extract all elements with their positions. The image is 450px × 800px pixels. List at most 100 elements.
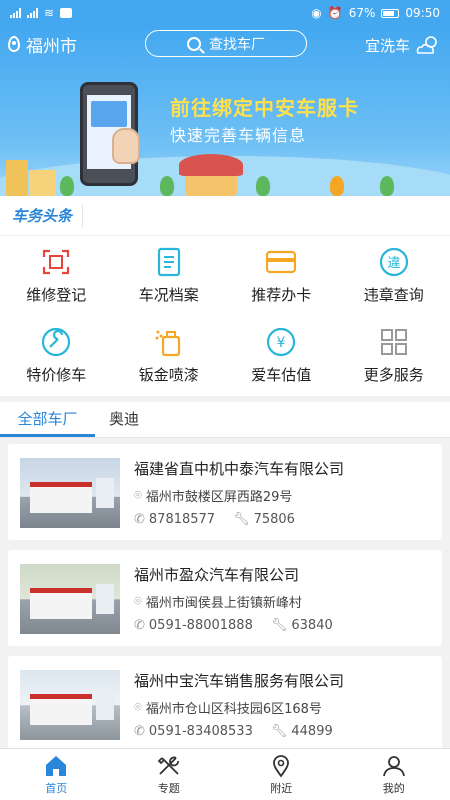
user-icon bbox=[382, 755, 405, 776]
service-label: 爱车估值 bbox=[251, 365, 312, 384]
nav-mine[interactable]: 我的 bbox=[338, 749, 450, 800]
tree-decoration bbox=[330, 176, 344, 196]
tab-all-garages[interactable]: 全部车厂 bbox=[0, 402, 95, 437]
tree-decoration bbox=[380, 176, 394, 196]
scan-register-icon bbox=[40, 248, 72, 276]
status-bar: ≋ ◉ ⏰ 67% 09:50 bbox=[0, 0, 450, 26]
location-pin-icon: ⌾ bbox=[134, 488, 142, 503]
service-label: 车况档案 bbox=[138, 285, 199, 304]
weather-sun-cloud-icon bbox=[416, 36, 437, 54]
tab-audi[interactable]: 奥迪 bbox=[95, 402, 153, 437]
service-more[interactable]: 更多服务 bbox=[338, 316, 450, 396]
search-label: 查找车厂 bbox=[209, 36, 265, 53]
spray-paint-icon bbox=[153, 328, 185, 356]
garage-phone[interactable]: ✆ 0591-88001888 bbox=[134, 618, 253, 633]
nav-topics[interactable]: 专题 bbox=[113, 749, 226, 800]
card-icon bbox=[265, 248, 297, 276]
news-bar[interactable]: 车务头条 bbox=[0, 196, 450, 236]
news-title: 车务头条 bbox=[0, 203, 84, 228]
battery-icon bbox=[381, 8, 400, 18]
garage-address: ⌾ 福州市仓山区科技园6区168号 bbox=[134, 698, 322, 717]
repair-count-text: 44899 bbox=[291, 724, 333, 739]
tree-decoration bbox=[160, 176, 174, 196]
garage-address: ⌾ 福州市鼓楼区屏西路29号 bbox=[134, 486, 292, 505]
city-selector[interactable]: 福州市 bbox=[8, 32, 77, 57]
location-icon bbox=[273, 754, 290, 778]
tree-decoration bbox=[60, 176, 74, 196]
nav-home[interactable]: 首页 bbox=[0, 749, 113, 800]
garage-name: 福州市盈众汽车有限公司 bbox=[134, 566, 300, 584]
service-label: 违章查询 bbox=[363, 285, 424, 304]
nav-nearby[interactable]: 附近 bbox=[225, 749, 338, 800]
garage-card[interactable]: 福州中宝汽车销售服务有限公司 ⌾ 福州市仓山区科技园6区168号 ✆ 0591-83… bbox=[8, 656, 442, 748]
more-grid-icon bbox=[378, 328, 410, 356]
garage-repair-count: 🔧︎ 44899 bbox=[271, 724, 333, 739]
wrench-icon: 🔧︎ bbox=[270, 618, 288, 633]
service-paint-spray[interactable]: 钣金喷漆 bbox=[113, 316, 226, 396]
garage-photo bbox=[20, 670, 120, 740]
building-decoration bbox=[30, 170, 56, 196]
address-text: 福州市闽侯县上街镇新峰村 bbox=[145, 596, 302, 611]
garage-address: ⌾ 福州市闽侯县上街镇新峰村 bbox=[134, 592, 302, 611]
search-icon bbox=[187, 36, 201, 51]
building-decoration bbox=[6, 160, 28, 196]
garage-phone[interactable]: ✆ 0591-83408533 bbox=[134, 724, 253, 739]
location-pin-icon bbox=[8, 36, 20, 52]
garage-repair-count: 🔧︎ 63840 bbox=[271, 618, 333, 633]
garage-card[interactable]: 福建省直中机中泰汽车有限公司 ⌾ 福州市鼓楼区屏西路29号 ✆ 87818577 🔧… bbox=[8, 444, 442, 540]
garage-name: 福州中宝汽车销售服务有限公司 bbox=[134, 672, 345, 690]
eye-icon: ◉ bbox=[311, 6, 322, 20]
garage-card[interactable]: 福州市盈众汽车有限公司 ⌾ 福州市闽侯县上街镇新峰村 ✆ 0591-88001888… bbox=[8, 550, 442, 646]
garage-phone[interactable]: ✆ 87818577 bbox=[134, 512, 215, 527]
garage-name: 福建省直中机中泰汽车有限公司 bbox=[134, 460, 345, 478]
service-label: 推荐办卡 bbox=[251, 285, 312, 304]
search-garage-button[interactable]: 查找车厂 bbox=[145, 30, 307, 57]
service-label: 更多服务 bbox=[363, 365, 424, 384]
bottom-nav: 首页 专题 附近 我的 bbox=[0, 748, 450, 800]
garage-meta: ✆ 87818577 🔧︎ 75806 bbox=[134, 512, 295, 527]
wrench-circle-icon bbox=[40, 327, 72, 356]
service-recommend-card[interactable]: 推荐办卡 bbox=[225, 236, 338, 316]
document-icon bbox=[153, 247, 185, 276]
city-label: 福州市 bbox=[26, 36, 77, 57]
phone-text: 87818577 bbox=[148, 512, 216, 527]
repair-count-text: 75806 bbox=[253, 512, 295, 527]
phone-text: 0591-83408533 bbox=[148, 724, 253, 739]
nav-label: 首页 bbox=[45, 781, 68, 795]
signal-strength-icon bbox=[10, 8, 21, 18]
yuan-icon: ¥ bbox=[265, 327, 297, 356]
service-grid: 维修登记 车况档案 推荐办卡 違 违章查询 特价修车 钣金喷漆 ¥ 爱车估值 更… bbox=[0, 236, 450, 396]
garage-meta: ✆ 0591-83408533 🔧︎ 44899 bbox=[134, 724, 333, 739]
garage-repair-count: 🔧︎ 75806 bbox=[233, 512, 295, 527]
svg-text:¥: ¥ bbox=[277, 335, 286, 351]
phone-icon: ✆ bbox=[134, 512, 145, 527]
wrench-icon: 🔧︎ bbox=[270, 724, 288, 739]
brand-tabs: 全部车厂 奥迪 bbox=[0, 402, 450, 438]
clock: 09:50 bbox=[405, 6, 440, 20]
nav-label: 我的 bbox=[382, 781, 405, 795]
service-car-valuation[interactable]: ¥ 爱车估值 bbox=[225, 316, 338, 396]
nav-label: 附近 bbox=[270, 781, 293, 795]
banner-headline: 前往绑定中安车服卡 bbox=[170, 96, 359, 120]
location-pin-icon: ⌾ bbox=[134, 594, 142, 609]
service-discount-repair[interactable]: 特价修车 bbox=[0, 316, 113, 396]
phone-icon: ✆ bbox=[134, 618, 145, 633]
tools-icon bbox=[157, 756, 179, 775]
garage-meta: ✆ 0591-88001888 🔧︎ 63840 bbox=[134, 618, 333, 633]
tree-decoration bbox=[256, 176, 270, 196]
repair-count-text: 63840 bbox=[291, 618, 333, 633]
service-repair-register[interactable]: 维修登记 bbox=[0, 236, 113, 316]
hand-illustration bbox=[112, 128, 140, 164]
phone-text: 0591-88001888 bbox=[148, 618, 253, 633]
signal-strength-icon bbox=[27, 8, 38, 18]
service-label: 钣金喷漆 bbox=[138, 365, 199, 384]
service-label: 特价修车 bbox=[26, 365, 87, 384]
wrench-icon: 🔧︎ bbox=[233, 512, 250, 527]
car-wash-weather[interactable]: 宜洗车 bbox=[365, 34, 440, 56]
service-vehicle-record[interactable]: 车况档案 bbox=[113, 236, 226, 316]
service-violation-query[interactable]: 違 违章查询 bbox=[338, 236, 450, 316]
garage-list: 福建省直中机中泰汽车有限公司 ⌾ 福州市鼓楼区屏西路29号 ✆ 87818577 🔧… bbox=[0, 438, 450, 748]
address-text: 福州市仓山区科技园6区168号 bbox=[145, 702, 322, 717]
hero-banner[interactable]: 福州市 查找车厂 宜洗车 前往绑定中安车服卡 快速完善车辆信息 bbox=[0, 26, 450, 196]
garage-photo bbox=[20, 564, 120, 634]
